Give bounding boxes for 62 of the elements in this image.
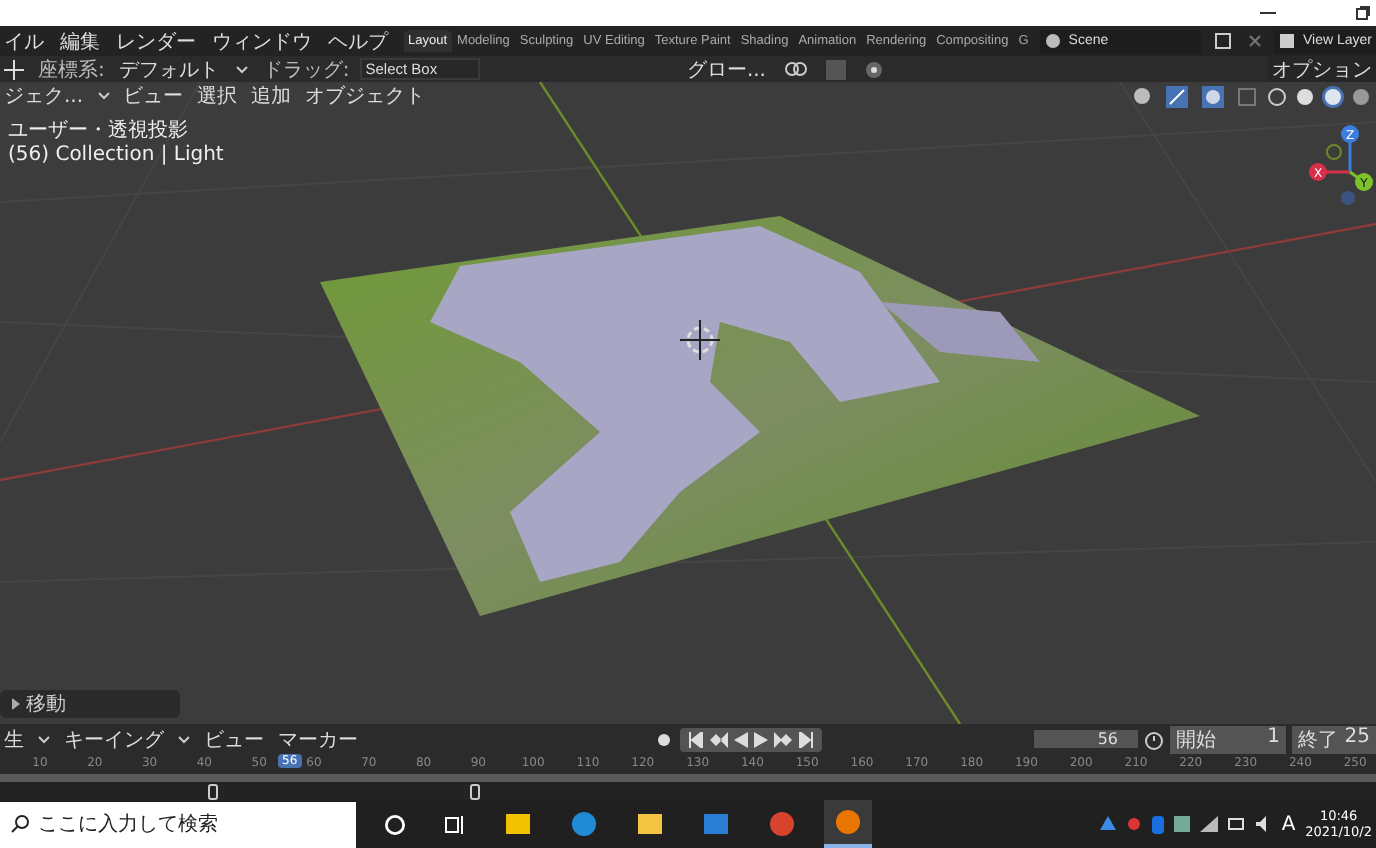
- menu-item[interactable]: 選択: [193, 82, 242, 110]
- end-frame-field[interactable]: 終了 25: [1292, 725, 1376, 753]
- timeline-menu[interactable]: キーイング: [60, 725, 168, 753]
- network-icon[interactable]: [1199, 816, 1218, 832]
- scroll-handle-icon[interactable]: [208, 784, 218, 800]
- menu-item[interactable]: オブジェクト: [301, 82, 430, 110]
- play-icon[interactable]: [754, 731, 768, 747]
- caret-icon: [97, 92, 110, 100]
- record-icon[interactable]: [654, 729, 674, 749]
- timeline-menu[interactable]: マーカー: [274, 725, 362, 753]
- menu-item[interactable]: イル: [0, 27, 48, 55]
- volume-icon[interactable]: [1255, 816, 1272, 832]
- caret-icon: [236, 65, 249, 73]
- tray-app-icon[interactable]: [1125, 816, 1142, 832]
- scroll-handle-icon[interactable]: [470, 784, 480, 800]
- close-icon[interactable]: [1248, 34, 1263, 48]
- overlay-toggle-icon[interactable]: [1202, 85, 1224, 107]
- minimize-icon[interactable]: [1260, 12, 1276, 16]
- 3d-cursor-icon[interactable]: [679, 319, 721, 361]
- timeline-menu[interactable]: 生: [0, 725, 28, 753]
- play-reverse-icon[interactable]: [734, 731, 748, 747]
- menu-item[interactable]: 追加: [247, 82, 296, 110]
- playback-controls[interactable]: [680, 727, 822, 751]
- options-dropdown[interactable]: オプション: [1268, 55, 1376, 83]
- stopwatch-icon[interactable]: [1144, 729, 1164, 749]
- link-icon[interactable]: [784, 60, 808, 78]
- solid-shading-icon[interactable]: [1294, 85, 1316, 107]
- cortana-icon[interactable]: [384, 813, 406, 835]
- proportional-icon[interactable]: [864, 59, 884, 79]
- next-keyframe-icon[interactable]: [774, 731, 792, 747]
- search-icon: [10, 814, 30, 834]
- expand-triangle-icon: [12, 698, 20, 710]
- current-frame-field[interactable]: 56: [1034, 730, 1138, 748]
- menu-item[interactable]: ヘルプ: [324, 27, 392, 55]
- menu-item[interactable]: ビュー: [119, 82, 188, 110]
- collection-info: (56) Collection | Light: [8, 144, 224, 166]
- jump-end-icon[interactable]: [798, 731, 814, 747]
- search-field[interactable]: ここに入力して検索: [0, 801, 356, 848]
- move-icon[interactable]: [4, 59, 24, 79]
- rendered-shading-icon[interactable]: [1350, 85, 1372, 107]
- battery-icon[interactable]: [1227, 818, 1246, 830]
- menu-item[interactable]: ウィンドウ: [208, 27, 316, 55]
- orientation-dropdown[interactable]: デフォルト: [114, 55, 223, 83]
- orientation-label: 座標系:: [38, 57, 105, 83]
- view-name: ユーザー・透視投影: [8, 117, 190, 144]
- maximize-icon[interactable]: [1356, 6, 1370, 20]
- start-frame-field[interactable]: 開始 1: [1170, 725, 1286, 753]
- transform-orientation-dropdown[interactable]: グロー...: [682, 55, 770, 83]
- tray-app-icon[interactable]: [1173, 816, 1190, 832]
- mode-dropdown[interactable]: ジェク...: [0, 82, 88, 110]
- menu-item[interactable]: 編集: [56, 27, 104, 55]
- timeline-menu[interactable]: ビュー: [200, 725, 268, 753]
- material-shading-icon[interactable]: [1322, 85, 1344, 107]
- task-view-icon[interactable]: [444, 813, 466, 835]
- operator-panel[interactable]: 移動: [0, 690, 180, 718]
- wireframe-shading-icon[interactable]: [1266, 85, 1288, 107]
- jump-start-icon[interactable]: [688, 731, 704, 747]
- operator-title: 移動: [26, 692, 66, 718]
- previous-keyframe-icon[interactable]: [710, 731, 728, 747]
- drag-label: ドラッグ:: [262, 57, 350, 83]
- menu-item[interactable]: レンダー: [112, 27, 200, 55]
- input-method-indicator[interactable]: A: [1281, 813, 1296, 835]
